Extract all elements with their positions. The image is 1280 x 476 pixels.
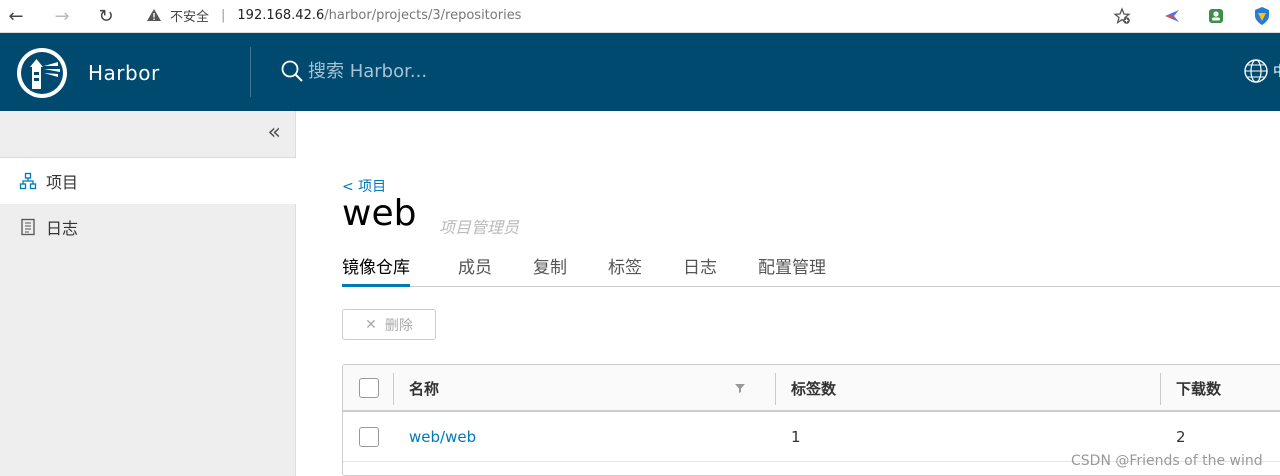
global-search[interactable] xyxy=(280,59,608,83)
url-path: /harbor/projects/3/repositories xyxy=(324,7,522,23)
sidebar-item-projects[interactable]: 项目 xyxy=(0,158,296,204)
column-divider xyxy=(1160,373,1161,405)
logs-icon xyxy=(18,217,38,237)
sidebar-item-label: 日志 xyxy=(46,219,79,238)
tab-labels[interactable]: 标签 xyxy=(608,251,642,287)
globe-icon xyxy=(1244,59,1268,83)
language-label: 中 xyxy=(1273,61,1280,81)
header-divider xyxy=(250,47,251,97)
table-header: 名称 标签数 下载数 xyxy=(343,365,1280,412)
search-icon xyxy=(281,60,303,82)
delete-label: 删除 xyxy=(384,317,413,334)
extension-puzzle-icon[interactable] xyxy=(1205,5,1227,27)
insecure-label: 不安全 xyxy=(170,9,210,25)
back-arrow-icon[interactable]: ← xyxy=(4,4,28,28)
forward-arrow-icon[interactable]: → xyxy=(50,4,74,28)
pull-count: 2 xyxy=(1176,428,1186,446)
extension-bird-icon[interactable] xyxy=(1161,5,1183,27)
row-checkbox[interactable] xyxy=(359,427,379,447)
column-header-tags[interactable]: 标签数 xyxy=(791,378,836,399)
tab-repositories[interactable]: 镜像仓库 xyxy=(342,251,410,287)
browser-toolbar: ← → ↻ 不安全 | 192.168.42.6/harbor/projects… xyxy=(0,0,1280,33)
delete-button[interactable]: ✕ 删除 xyxy=(342,309,436,340)
main-content: < 项目 web 项目管理员 镜像仓库 成员 复制 标签 日志 配置管理 ✕ 删… xyxy=(296,111,1280,476)
harbor-logo-icon[interactable] xyxy=(16,47,68,99)
tab-configuration[interactable]: 配置管理 xyxy=(758,251,826,287)
column-header-name[interactable]: 名称 xyxy=(409,378,439,399)
sidebar: « 项目 日志 xyxy=(0,111,296,476)
tab-members[interactable]: 成员 xyxy=(458,251,492,287)
close-icon: ✕ xyxy=(365,316,377,333)
language-switcher[interactable]: 中 xyxy=(1243,58,1280,84)
projects-icon xyxy=(18,171,38,191)
tag-count: 1 xyxy=(791,428,801,446)
search-input[interactable] xyxy=(308,60,608,82)
reload-icon[interactable]: ↻ xyxy=(94,4,118,28)
column-divider xyxy=(393,373,394,405)
select-all-checkbox[interactable] xyxy=(359,378,379,398)
sidebar-item-logs[interactable]: 日志 xyxy=(0,204,296,250)
address-separator: | xyxy=(221,7,226,23)
address-bar[interactable]: 不安全 | 192.168.42.6/harbor/projects/3/rep… xyxy=(146,4,521,26)
tab-replication[interactable]: 复制 xyxy=(533,251,567,287)
brand-name[interactable]: Harbor xyxy=(88,61,160,85)
project-role: 项目管理员 xyxy=(439,218,520,237)
column-header-pulls[interactable]: 下载数 xyxy=(1176,378,1221,399)
sidebar-item-label: 项目 xyxy=(46,173,79,192)
filter-icon[interactable] xyxy=(735,383,745,393)
url-host: 192.168.42.6 xyxy=(237,7,325,23)
column-divider xyxy=(775,373,776,405)
favorite-add-icon[interactable] xyxy=(1111,5,1133,27)
warning-icon xyxy=(147,9,161,21)
page-title: web xyxy=(342,193,417,234)
app-header: Harbor 中 xyxy=(0,33,1280,111)
extension-shield-icon[interactable] xyxy=(1251,5,1273,27)
repository-name-link[interactable]: web/web xyxy=(409,428,476,446)
watermark-text: CSDN @Friends of the wind xyxy=(1071,453,1263,469)
project-tabs: 镜像仓库 成员 复制 标签 日志 配置管理 xyxy=(342,251,1280,287)
tab-logs[interactable]: 日志 xyxy=(683,251,717,287)
collapse-sidebar-icon[interactable]: « xyxy=(268,122,281,144)
